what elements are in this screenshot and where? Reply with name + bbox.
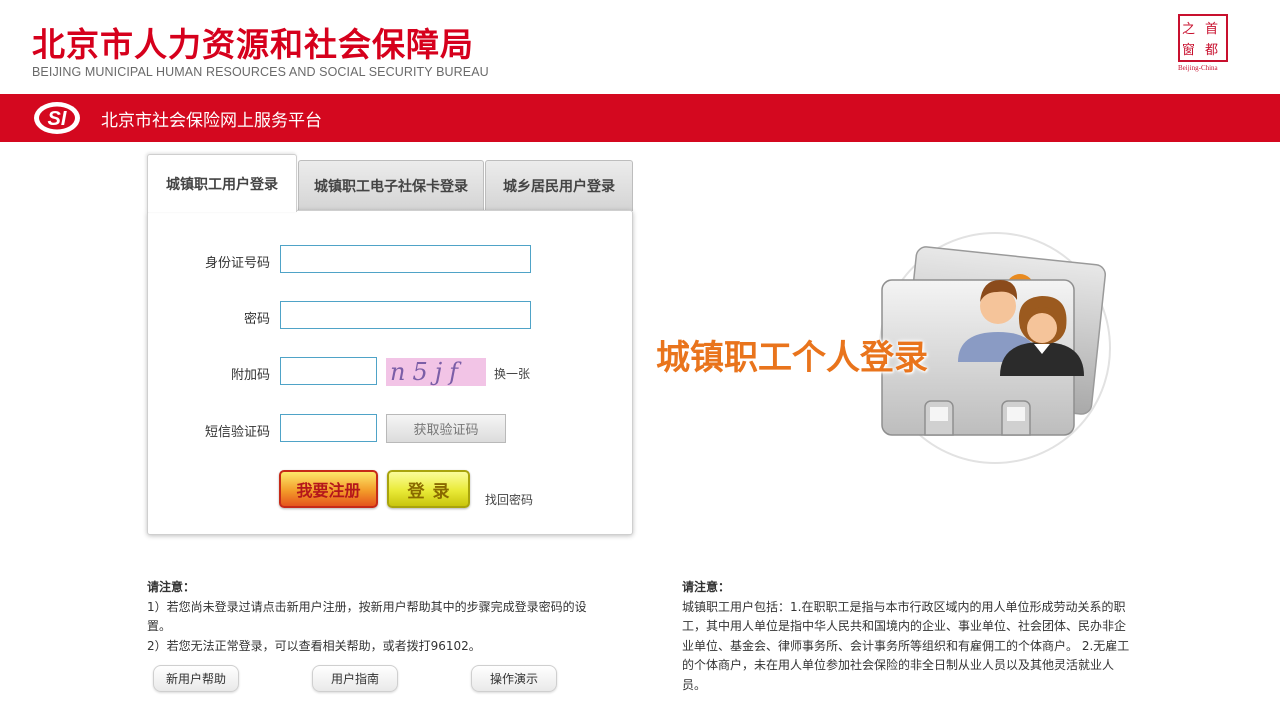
new-user-help-button[interactable]: 新用户帮助 <box>153 665 239 692</box>
sms-code-input[interactable] <box>280 414 377 442</box>
capital-window-logo: 之 首 窗 都 Beijing-China <box>1178 14 1232 72</box>
platform-title: 北京市社会保险网上服务平台 <box>101 111 322 131</box>
illustration-caption: 城镇职工个人登录 <box>656 338 928 378</box>
login-button[interactable]: 登录 <box>387 470 470 508</box>
logo-char: 首 <box>1205 22 1219 37</box>
tab-resident-login[interactable]: 城乡居民用户登录 <box>485 160 633 211</box>
notes-left-title: 请注意： <box>147 580 196 594</box>
social-insurance-logo-icon: SI <box>34 102 80 134</box>
note-line: 城镇职工用户包括：1.在职职工是指与本市行政区域内的用人单位形成劳动关系的职 <box>682 599 1126 614</box>
password-input[interactable] <box>280 301 531 329</box>
note-line: 业单位、基金会、律师事务所、会计事务所等组织和有雇佣工的个体商户。 2.无雇工 <box>682 638 1130 653</box>
tab-urban-employee-login[interactable]: 城镇职工用户登录 <box>147 154 297 212</box>
note-line: 的个体商户，未在用人单位参加社会保险的非全日制从业人员以及其他灵活就业人 <box>682 658 1115 672</box>
captcha-label: 附加码 <box>230 368 270 383</box>
logo-caption: Beijing-China <box>1178 64 1218 72</box>
sms-code-label: 短信验证码 <box>204 425 270 440</box>
bureau-title: 北京市人力资源和社会保障局 <box>32 25 474 64</box>
logo-char: 窗 <box>1182 43 1196 58</box>
note-line: 2）若您无法正常登录，可以查看相关帮助，或者拨打96102。 <box>147 638 481 653</box>
logo-char: 之 <box>1182 22 1196 37</box>
notes-left: 请注意： 1）若您尚未登录过请点击新用户注册，按新用户帮助其中的步骤完成登录密码… <box>147 578 617 656</box>
id-number-label: 身份证号码 <box>204 256 270 271</box>
captcha-text: n5jf <box>390 358 466 386</box>
user-guide-button[interactable]: 用户指南 <box>312 665 398 692</box>
refresh-captcha-link[interactable]: 换一张 <box>494 365 530 382</box>
captcha-image[interactable]: n5jf <box>386 358 486 386</box>
notes-right-title: 请注意： <box>682 580 731 594</box>
logo-char: 都 <box>1205 43 1219 58</box>
forgot-password-link[interactable]: 找回密码 <box>485 491 533 508</box>
register-button[interactable]: 我要注册 <box>279 470 378 508</box>
bureau-subtitle: BEIJING MUNICIPAL HUMAN RESOURCES AND SO… <box>32 65 489 79</box>
demo-button[interactable]: 操作演示 <box>471 665 557 692</box>
captcha-input[interactable] <box>280 357 377 385</box>
note-line: 工，其中用人单位是指中华人民共和国境内的企业、事业单位、社会团体、民办非企 <box>682 619 1127 633</box>
tab-employee-social-card-login[interactable]: 城镇职工电子社保卡登录 <box>298 160 484 211</box>
note-line: 员。 <box>682 677 707 692</box>
svg-text:SI: SI <box>48 108 67 130</box>
notes-right: 请注意： 城镇职工用户包括：1.在职职工是指与本市行政区域内的用人单位形成劳动关… <box>682 578 1152 695</box>
note-line: 1）若您尚未登录过请点击新用户注册，按新用户帮助其中的步骤完成登录密码的设 <box>147 599 587 614</box>
note-line: 置。 <box>147 619 172 633</box>
get-sms-code-button[interactable]: 获取验证码 <box>386 414 506 443</box>
password-label: 密码 <box>243 312 270 327</box>
id-number-input[interactable] <box>280 245 531 273</box>
